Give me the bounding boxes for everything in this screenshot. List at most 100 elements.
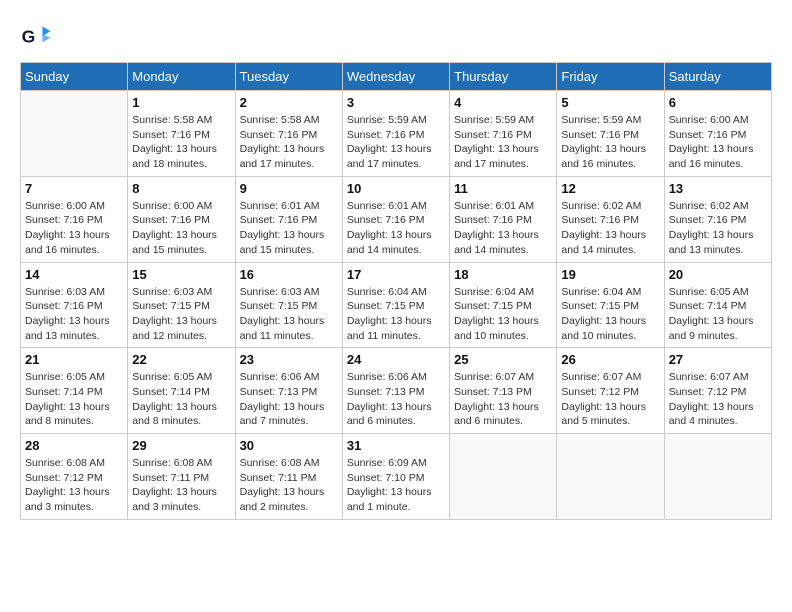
day-info: Sunrise: 6:03 AM Sunset: 7:15 PM Dayligh…: [240, 285, 338, 344]
day-info: Sunrise: 6:01 AM Sunset: 7:16 PM Dayligh…: [240, 199, 338, 258]
day-info: Sunrise: 6:05 AM Sunset: 7:14 PM Dayligh…: [25, 370, 123, 429]
day-info: Sunrise: 6:07 AM Sunset: 7:12 PM Dayligh…: [669, 370, 767, 429]
calendar-cell: 24 Sunrise: 6:06 AM Sunset: 7:13 PM Dayli…: [342, 348, 449, 434]
day-info: Sunrise: 5:58 AM Sunset: 7:16 PM Dayligh…: [132, 113, 230, 172]
day-info: Sunrise: 6:00 AM Sunset: 7:16 PM Dayligh…: [132, 199, 230, 258]
day-number: 20: [669, 267, 767, 282]
calendar-table: SundayMondayTuesdayWednesdayThursdayFrid…: [20, 62, 772, 520]
calendar-cell: 3Sunrise: 5:59 AM Sunset: 7:16 PM Daylig…: [342, 91, 449, 177]
day-info: Sunrise: 6:03 AM Sunset: 7:15 PM Dayligh…: [132, 285, 230, 344]
day-number: 9: [240, 181, 338, 196]
day-number: 29: [132, 438, 230, 453]
calendar-cell: [21, 91, 128, 177]
page-header: G: [20, 20, 772, 52]
day-info: Sunrise: 6:08 AM Sunset: 7:11 PM Dayligh…: [132, 456, 230, 515]
calendar-cell: 13 Sunrise: 6:02 AM Sunset: 7:16 PM Dayli…: [664, 176, 771, 262]
day-number: 2: [240, 95, 338, 110]
calendar-cell: 1 Sunrise: 5:58 AM Sunset: 7:16 PM Daylig…: [128, 91, 235, 177]
day-number: 16: [240, 267, 338, 282]
weekday-header-thursday: Thursday: [450, 63, 557, 91]
day-info: Sunrise: 6:05 AM Sunset: 7:14 PM Dayligh…: [669, 285, 767, 344]
day-number: 21: [25, 352, 123, 367]
weekday-header-saturday: Saturday: [664, 63, 771, 91]
calendar-cell: 4 Sunrise: 5:59 AM Sunset: 7:16 PM Daylig…: [450, 91, 557, 177]
day-info: Sunrise: 5:59 AM Sunset: 7:16 PM Dayligh…: [454, 113, 552, 172]
calendar-cell: 30 Sunrise: 6:08 AM Sunset: 7:11 PM Dayli…: [235, 434, 342, 520]
day-info: Sunrise: 6:08 AM Sunset: 7:11 PM Dayligh…: [240, 456, 338, 515]
calendar-cell: 18 Sunrise: 6:04 AM Sunset: 7:15 PM Dayli…: [450, 262, 557, 348]
day-number: 1: [132, 95, 230, 110]
day-number: 4: [454, 95, 552, 110]
day-info: Sunrise: 6:06 AM Sunset: 7:13 PM Dayligh…: [347, 370, 445, 429]
day-info: Sunrise: 6:04 AM Sunset: 7:15 PM Dayligh…: [454, 285, 552, 344]
day-number: 10: [347, 181, 445, 196]
day-number: 17: [347, 267, 445, 282]
day-number: 28: [25, 438, 123, 453]
day-info: Sunrise: 6:06 AM Sunset: 7:13 PM Dayligh…: [240, 370, 338, 429]
day-info: Sunrise: 6:09 AM Sunset: 7:10 PM Dayligh…: [347, 456, 445, 515]
weekday-header-tuesday: Tuesday: [235, 63, 342, 91]
day-info: Sunrise: 6:01 AM Sunset: 7:16 PM Dayligh…: [454, 199, 552, 258]
day-info: Sunrise: 5:59 AM Sunset: 7:16 PM Dayligh…: [347, 113, 445, 172]
calendar-cell: 7Sunrise: 6:00 AM Sunset: 7:16 PM Daylig…: [21, 176, 128, 262]
day-number: 22: [132, 352, 230, 367]
calendar-cell: 26Sunrise: 6:07 AM Sunset: 7:12 PM Dayli…: [557, 348, 664, 434]
logo-icon: G: [20, 20, 52, 52]
day-number: 19: [561, 267, 659, 282]
weekday-header-wednesday: Wednesday: [342, 63, 449, 91]
calendar-cell: 29 Sunrise: 6:08 AM Sunset: 7:11 PM Dayli…: [128, 434, 235, 520]
calendar-cell: 8 Sunrise: 6:00 AM Sunset: 7:16 PM Daylig…: [128, 176, 235, 262]
logo: G: [20, 20, 56, 52]
calendar-cell: 11 Sunrise: 6:01 AM Sunset: 7:16 PM Dayli…: [450, 176, 557, 262]
calendar-week-row: 28 Sunrise: 6:08 AM Sunset: 7:12 PM Dayli…: [21, 434, 772, 520]
day-info: Sunrise: 6:02 AM Sunset: 7:16 PM Dayligh…: [669, 199, 767, 258]
calendar-cell: 17 Sunrise: 6:04 AM Sunset: 7:15 PM Dayli…: [342, 262, 449, 348]
day-number: 12: [561, 181, 659, 196]
day-number: 24: [347, 352, 445, 367]
day-info: Sunrise: 6:05 AM Sunset: 7:14 PM Dayligh…: [132, 370, 230, 429]
svg-text:G: G: [22, 26, 36, 46]
calendar-week-row: 1 Sunrise: 5:58 AM Sunset: 7:16 PM Daylig…: [21, 91, 772, 177]
calendar-cell: 6Sunrise: 6:00 AM Sunset: 7:16 PM Daylig…: [664, 91, 771, 177]
weekday-header-sunday: Sunday: [21, 63, 128, 91]
calendar-cell: [664, 434, 771, 520]
day-number: 13: [669, 181, 767, 196]
day-number: 23: [240, 352, 338, 367]
day-number: 18: [454, 267, 552, 282]
calendar-cell: 27 Sunrise: 6:07 AM Sunset: 7:12 PM Dayli…: [664, 348, 771, 434]
calendar-cell: 9 Sunrise: 6:01 AM Sunset: 7:16 PM Daylig…: [235, 176, 342, 262]
calendar-cell: [450, 434, 557, 520]
calendar-cell: 19Sunrise: 6:04 AM Sunset: 7:15 PM Dayli…: [557, 262, 664, 348]
day-info: Sunrise: 6:00 AM Sunset: 7:16 PM Dayligh…: [669, 113, 767, 172]
day-number: 15: [132, 267, 230, 282]
calendar-cell: 22 Sunrise: 6:05 AM Sunset: 7:14 PM Dayli…: [128, 348, 235, 434]
calendar-cell: 25Sunrise: 6:07 AM Sunset: 7:13 PM Dayli…: [450, 348, 557, 434]
day-number: 27: [669, 352, 767, 367]
day-info: Sunrise: 6:00 AM Sunset: 7:16 PM Dayligh…: [25, 199, 123, 258]
calendar-cell: 15 Sunrise: 6:03 AM Sunset: 7:15 PM Dayli…: [128, 262, 235, 348]
weekday-header-friday: Friday: [557, 63, 664, 91]
calendar-week-row: 7Sunrise: 6:00 AM Sunset: 7:16 PM Daylig…: [21, 176, 772, 262]
calendar-cell: 28 Sunrise: 6:08 AM Sunset: 7:12 PM Dayli…: [21, 434, 128, 520]
calendar-cell: 14Sunrise: 6:03 AM Sunset: 7:16 PM Dayli…: [21, 262, 128, 348]
day-info: Sunrise: 6:01 AM Sunset: 7:16 PM Dayligh…: [347, 199, 445, 258]
weekday-header-row: SundayMondayTuesdayWednesdayThursdayFrid…: [21, 63, 772, 91]
day-info: Sunrise: 6:08 AM Sunset: 7:12 PM Dayligh…: [25, 456, 123, 515]
day-number: 30: [240, 438, 338, 453]
day-info: Sunrise: 5:58 AM Sunset: 7:16 PM Dayligh…: [240, 113, 338, 172]
calendar-cell: 21 Sunrise: 6:05 AM Sunset: 7:14 PM Dayli…: [21, 348, 128, 434]
calendar-cell: 5 Sunrise: 5:59 AM Sunset: 7:16 PM Daylig…: [557, 91, 664, 177]
day-number: 11: [454, 181, 552, 196]
day-number: 5: [561, 95, 659, 110]
day-number: 25: [454, 352, 552, 367]
day-info: Sunrise: 6:04 AM Sunset: 7:15 PM Dayligh…: [347, 285, 445, 344]
calendar-cell: 12Sunrise: 6:02 AM Sunset: 7:16 PM Dayli…: [557, 176, 664, 262]
day-number: 26: [561, 352, 659, 367]
day-number: 8: [132, 181, 230, 196]
calendar-cell: 23 Sunrise: 6:06 AM Sunset: 7:13 PM Dayli…: [235, 348, 342, 434]
weekday-header-monday: Monday: [128, 63, 235, 91]
day-info: Sunrise: 5:59 AM Sunset: 7:16 PM Dayligh…: [561, 113, 659, 172]
calendar-cell: 31 Sunrise: 6:09 AM Sunset: 7:10 PM Dayli…: [342, 434, 449, 520]
day-number: 31: [347, 438, 445, 453]
calendar-cell: [557, 434, 664, 520]
